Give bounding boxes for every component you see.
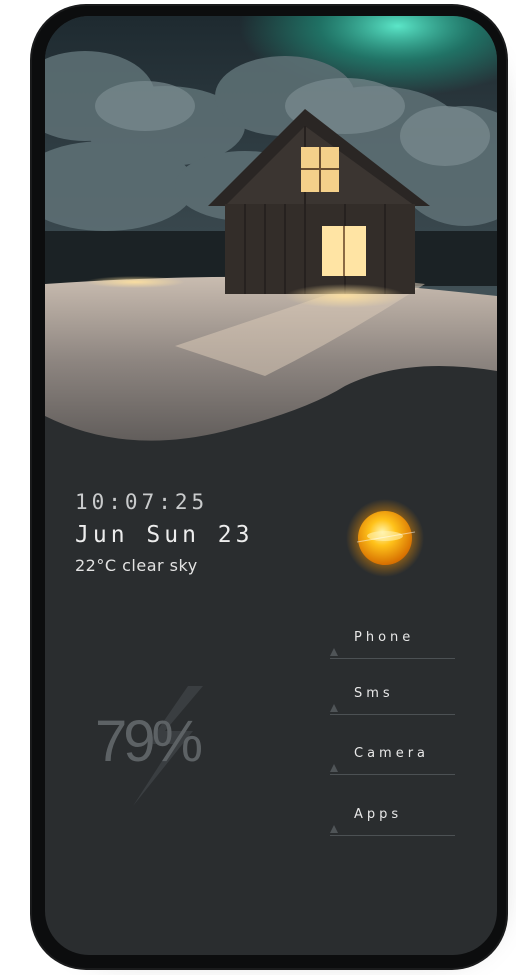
clock-time: 10:07:25 bbox=[75, 490, 209, 514]
triangle-icon bbox=[330, 648, 338, 656]
app-link-phone[interactable]: Phone bbox=[330, 628, 455, 659]
app-label: Apps bbox=[354, 807, 403, 822]
clock-date: Jun Sun 23 bbox=[75, 522, 254, 548]
sun-icon[interactable] bbox=[345, 498, 425, 578]
weather-text: 22°C clear sky bbox=[75, 556, 198, 575]
app-link-camera[interactable]: Camera bbox=[330, 744, 455, 775]
app-label: Camera bbox=[354, 746, 430, 761]
triangle-icon bbox=[330, 704, 338, 712]
wallpaper-scene bbox=[45, 16, 497, 446]
app-label: Phone bbox=[354, 630, 415, 645]
battery-level: 79% bbox=[95, 709, 203, 774]
phone-screen: 10:07:25 Jun Sun 23 22°C clear sky 79% P… bbox=[45, 16, 497, 955]
app-link-sms[interactable]: Sms bbox=[330, 684, 455, 715]
triangle-icon bbox=[330, 764, 338, 772]
triangle-icon bbox=[330, 825, 338, 833]
app-link-apps[interactable]: Apps bbox=[330, 805, 455, 836]
app-label: Sms bbox=[354, 686, 394, 701]
